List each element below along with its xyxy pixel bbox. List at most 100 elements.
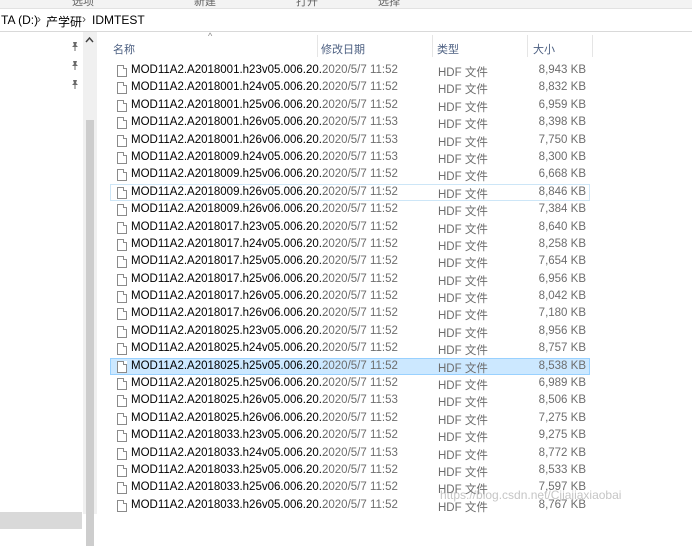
file-date: 2020/5/7 11:52 — [322, 307, 398, 320]
file-type: HDF 文件 — [438, 206, 488, 219]
file-size: 8,258 KB — [538, 237, 586, 250]
file-name: MOD11A2.A2018017.h24v05.006.20... — [131, 237, 329, 250]
nav-selected-item[interactable] — [0, 512, 82, 529]
nav-scrollbar[interactable] — [83, 32, 97, 546]
file-icon — [117, 291, 127, 304]
column-divider[interactable] — [592, 35, 593, 57]
file-icon — [117, 308, 127, 321]
file-row[interactable]: MOD11A2.A2018025.h25v05.006.20... 2020/5/… — [110, 357, 590, 376]
file-row[interactable]: MOD11A2.A2018025.h26v05.006.20... 2020/5/… — [110, 392, 590, 409]
column-header-type[interactable]: 类型 — [433, 35, 527, 57]
file-row[interactable]: MOD11A2.A2018017.h26v06.006.20... 2020/5/… — [110, 305, 590, 322]
file-name: MOD11A2.A2018017.h23v05.006.20... — [131, 220, 329, 233]
file-type: HDF 文件 — [438, 449, 488, 462]
column-header-size[interactable]: 大小 — [528, 35, 592, 57]
file-date: 2020/5/7 11:52 — [322, 498, 398, 511]
file-row[interactable]: MOD11A2.A2018001.h25v06.006.20... 2020/5/… — [110, 97, 590, 114]
address-bar[interactable]: TA (D:) › 产学研 › IDMTEST — [0, 9, 692, 32]
file-date: 2020/5/7 11:53 — [322, 116, 398, 129]
file-row[interactable]: MOD11A2.A2018001.h26v06.006.20... 2020/5/… — [110, 132, 590, 149]
file-icon — [117, 221, 127, 234]
file-icon — [117, 464, 127, 477]
file-row[interactable]: MOD11A2.A2018017.h26v05.006.20... 2020/5/… — [110, 288, 590, 305]
file-type: HDF 文件 — [438, 362, 488, 375]
file-size: 8,943 KB — [538, 64, 586, 76]
file-name: MOD11A2.A2018017.h26v05.006.20... — [131, 290, 329, 303]
file-row[interactable]: MOD11A2.A2018001.h23v05.006.20... 2020/5/… — [110, 62, 590, 79]
file-row[interactable]: MOD11A2.A2018009.h26v06.006.20... 2020/5/… — [110, 201, 590, 218]
file-name: MOD11A2.A2018017.h25v05.006.20... — [131, 255, 329, 268]
file-icon — [117, 186, 127, 199]
file-name: MOD11A2.A2018017.h25v06.006.20... — [131, 272, 329, 285]
breadcrumb-drive[interactable]: TA (D:) — [1, 13, 38, 27]
file-size: 6,959 KB — [538, 98, 586, 111]
file-name: MOD11A2.A2018009.h26v05.006.20... — [131, 185, 329, 198]
scroll-up-icon[interactable] — [85, 35, 94, 46]
file-row[interactable]: MOD11A2.A2018017.h24v05.006.20... 2020/5/… — [110, 236, 590, 253]
file-row[interactable]: MOD11A2.A2018009.h25v06.006.20... 2020/5/… — [110, 166, 590, 183]
file-name: MOD11A2.A2018033.h24v05.006.20... — [131, 446, 329, 459]
file-icon — [117, 499, 127, 512]
ribbon-label[interactable]: 选项 — [72, 0, 94, 8]
file-icon — [117, 256, 127, 269]
file-row[interactable]: MOD11A2.A2018025.h25v06.006.20... 2020/5/… — [110, 375, 590, 392]
breadcrumb-folder[interactable]: 产学研 — [46, 13, 82, 30]
file-date: 2020/5/7 11:52 — [322, 203, 398, 216]
breadcrumb-separator[interactable]: › — [82, 12, 86, 26]
file-date: 2020/5/7 11:52 — [322, 463, 398, 476]
file-row[interactable]: MOD11A2.A2018025.h24v05.006.20... 2020/5/… — [110, 340, 590, 357]
file-row[interactable]: MOD11A2.A2018009.h26v05.006.20... 2020/5/… — [110, 183, 590, 202]
file-row[interactable]: MOD11A2.A2018033.h23v05.006.20... 2020/5/… — [110, 427, 590, 444]
file-date: 2020/5/7 11:52 — [322, 237, 398, 250]
file-name: MOD11A2.A2018033.h25v05.006.20... — [131, 463, 329, 476]
file-row[interactable]: MOD11A2.A2018009.h24v05.006.20... 2020/5/… — [110, 149, 590, 166]
ribbon-label[interactable]: 选择 — [378, 0, 400, 8]
pin-icon[interactable] — [70, 60, 80, 70]
file-date: 2020/5/7 11:52 — [322, 64, 398, 76]
file-date: 2020/5/7 11:53 — [322, 446, 398, 459]
file-type: HDF 文件 — [438, 414, 488, 427]
file-date: 2020/5/7 11:52 — [322, 342, 398, 355]
file-row[interactable]: MOD11A2.A2018017.h25v05.006.20... 2020/5/… — [110, 253, 590, 270]
file-size: 8,757 KB — [538, 342, 586, 355]
file-size: 7,275 KB — [538, 411, 586, 424]
file-row[interactable]: MOD11A2.A2018017.h25v06.006.20... 2020/5/… — [110, 271, 590, 288]
file-icon — [117, 99, 127, 112]
file-name: MOD11A2.A2018033.h25v06.006.20... — [131, 481, 329, 494]
file-row[interactable]: MOD11A2.A2018033.h24v05.006.20... 2020/5/… — [110, 445, 590, 462]
breadcrumb-separator[interactable]: › — [37, 12, 41, 26]
pin-icon[interactable] — [70, 79, 80, 89]
file-row[interactable]: MOD11A2.A2018033.h25v05.006.20... 2020/5/… — [110, 462, 590, 479]
file-type: HDF 文件 — [438, 67, 488, 79]
file-name: MOD11A2.A2018009.h24v05.006.20... — [131, 150, 329, 163]
file-date: 2020/5/7 11:52 — [322, 272, 398, 285]
file-icon — [117, 117, 127, 130]
column-header-name[interactable]: 名称 — [110, 35, 318, 57]
file-icon — [117, 482, 127, 495]
file-date: 2020/5/7 11:53 — [322, 150, 398, 163]
pin-icon[interactable] — [70, 41, 80, 51]
ribbon-label[interactable]: 打开 — [296, 0, 318, 8]
scrollbar-thumb[interactable] — [86, 120, 94, 546]
file-row[interactable]: MOD11A2.A2018001.h24v05.006.20... 2020/5/… — [110, 79, 590, 96]
file-row[interactable]: MOD11A2.A2018017.h23v05.006.20... 2020/5/… — [110, 219, 590, 236]
file-row[interactable]: MOD11A2.A2018025.h26v06.006.20... 2020/5/… — [110, 410, 590, 427]
ribbon-label[interactable]: 新建 — [194, 0, 216, 8]
file-type: HDF 文件 — [438, 327, 488, 340]
file-date: 2020/5/7 11:52 — [322, 98, 398, 111]
file-size: 8,640 KB — [538, 220, 586, 233]
file-name: MOD11A2.A2018025.h23v05.006.20... — [131, 324, 329, 337]
file-row[interactable]: MOD11A2.A2018001.h26v05.006.20... 2020/5/… — [110, 114, 590, 131]
column-header-date[interactable]: 修改日期 — [318, 35, 432, 57]
file-icon — [117, 412, 127, 425]
file-type: HDF 文件 — [438, 136, 488, 149]
file-name: MOD11A2.A2018009.h25v06.006.20... — [131, 168, 329, 181]
file-size: 8,538 KB — [538, 359, 586, 372]
column-header-label: 大小 — [533, 44, 555, 56]
file-list: MOD11A2.A2018001.h23v05.006.20... 2020/5/… — [110, 62, 592, 514]
file-row[interactable]: MOD11A2.A2018025.h23v05.006.20... 2020/5/… — [110, 323, 590, 340]
breadcrumb-current[interactable]: IDMTEST — [92, 13, 145, 27]
file-size: 8,300 KB — [538, 150, 586, 163]
file-icon — [117, 151, 127, 164]
file-date: 2020/5/7 11:52 — [322, 81, 398, 94]
